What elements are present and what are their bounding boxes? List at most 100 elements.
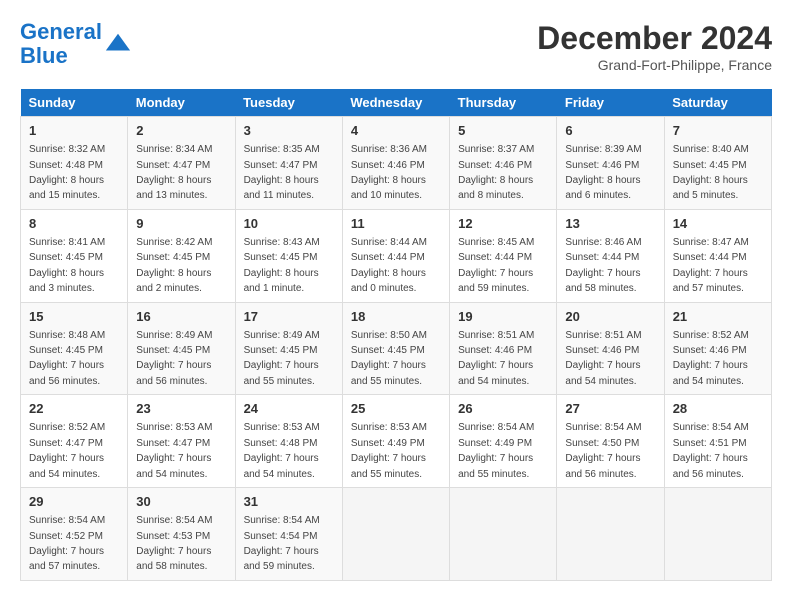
calendar-cell: 4 Sunrise: 8:36 AM Sunset: 4:46 PM Daylig… bbox=[342, 117, 449, 210]
day-header-friday: Friday bbox=[557, 89, 664, 117]
calendar-cell: 21 Sunrise: 8:52 AM Sunset: 4:46 PM Dayli… bbox=[664, 302, 771, 395]
day-number: 21 bbox=[673, 308, 763, 326]
calendar-cell: 15 Sunrise: 8:48 AM Sunset: 4:45 PM Dayli… bbox=[21, 302, 128, 395]
logo-text: General Blue bbox=[20, 20, 102, 68]
calendar-week-1: 1Sunrise: 8:32 AM Sunset: 4:48 PM Daylig… bbox=[21, 117, 772, 210]
day-info: Sunrise: 8:51 AM Sunset: 4:46 PM Dayligh… bbox=[458, 330, 534, 387]
day-number: 12 bbox=[458, 215, 548, 233]
day-info: Sunrise: 8:52 AM Sunset: 4:46 PM Dayligh… bbox=[673, 330, 749, 387]
day-number: 22 bbox=[29, 400, 119, 418]
day-info: Sunrise: 8:47 AM Sunset: 4:44 PM Dayligh… bbox=[673, 237, 749, 294]
day-number: 28 bbox=[673, 400, 763, 418]
day-number: 11 bbox=[351, 215, 441, 233]
calendar-cell bbox=[342, 488, 449, 581]
calendar-cell: 2 Sunrise: 8:34 AM Sunset: 4:47 PM Daylig… bbox=[128, 117, 235, 210]
day-header-tuesday: Tuesday bbox=[235, 89, 342, 117]
calendar-cell: 13 Sunrise: 8:46 AM Sunset: 4:44 PM Dayli… bbox=[557, 209, 664, 302]
calendar-cell: 5Sunrise: 8:37 AM Sunset: 4:46 PM Daylig… bbox=[450, 117, 557, 210]
calendar-cell: 31 Sunrise: 8:54 AM Sunset: 4:54 PM Dayli… bbox=[235, 488, 342, 581]
calendar-cell: 27Sunrise: 8:54 AM Sunset: 4:50 PM Dayli… bbox=[557, 395, 664, 488]
calendar-cell: 20Sunrise: 8:51 AM Sunset: 4:46 PM Dayli… bbox=[557, 302, 664, 395]
calendar-cell: 16 Sunrise: 8:49 AM Sunset: 4:45 PM Dayli… bbox=[128, 302, 235, 395]
day-number: 15 bbox=[29, 308, 119, 326]
title-area: December 2024 Grand-Fort-Philippe, Franc… bbox=[537, 20, 772, 73]
day-info: Sunrise: 8:42 AM Sunset: 4:45 PM Dayligh… bbox=[136, 237, 212, 294]
calendar-cell: 26 Sunrise: 8:54 AM Sunset: 4:49 PM Dayli… bbox=[450, 395, 557, 488]
logo: General Blue bbox=[20, 20, 132, 68]
day-info: Sunrise: 8:34 AM Sunset: 4:47 PM Dayligh… bbox=[136, 144, 212, 201]
day-number: 31 bbox=[244, 493, 334, 511]
calendar-cell: 3Sunrise: 8:35 AM Sunset: 4:47 PM Daylig… bbox=[235, 117, 342, 210]
day-number: 16 bbox=[136, 308, 226, 326]
day-number: 2 bbox=[136, 122, 226, 140]
day-number: 5 bbox=[458, 122, 548, 140]
calendar-cell: 7 Sunrise: 8:40 AM Sunset: 4:45 PM Daylig… bbox=[664, 117, 771, 210]
day-info: Sunrise: 8:40 AM Sunset: 4:45 PM Dayligh… bbox=[673, 144, 749, 201]
calendar-cell: 18 Sunrise: 8:50 AM Sunset: 4:45 PM Dayli… bbox=[342, 302, 449, 395]
location: Grand-Fort-Philippe, France bbox=[537, 57, 772, 73]
day-number: 7 bbox=[673, 122, 763, 140]
calendar-cell bbox=[557, 488, 664, 581]
day-header-wednesday: Wednesday bbox=[342, 89, 449, 117]
calendar-cell: 9 Sunrise: 8:42 AM Sunset: 4:45 PM Daylig… bbox=[128, 209, 235, 302]
day-info: Sunrise: 8:49 AM Sunset: 4:45 PM Dayligh… bbox=[136, 330, 212, 387]
day-number: 3 bbox=[244, 122, 334, 140]
day-number: 6 bbox=[565, 122, 655, 140]
day-info: Sunrise: 8:53 AM Sunset: 4:47 PM Dayligh… bbox=[136, 422, 212, 479]
day-number: 20 bbox=[565, 308, 655, 326]
day-info: Sunrise: 8:54 AM Sunset: 4:54 PM Dayligh… bbox=[244, 515, 320, 572]
day-number: 29 bbox=[29, 493, 119, 511]
calendar-body: 1Sunrise: 8:32 AM Sunset: 4:48 PM Daylig… bbox=[21, 117, 772, 581]
day-info: Sunrise: 8:44 AM Sunset: 4:44 PM Dayligh… bbox=[351, 237, 427, 294]
day-info: Sunrise: 8:54 AM Sunset: 4:52 PM Dayligh… bbox=[29, 515, 105, 572]
day-info: Sunrise: 8:52 AM Sunset: 4:47 PM Dayligh… bbox=[29, 422, 105, 479]
calendar-cell bbox=[450, 488, 557, 581]
day-info: Sunrise: 8:54 AM Sunset: 4:50 PM Dayligh… bbox=[565, 422, 641, 479]
day-number: 26 bbox=[458, 400, 548, 418]
page-header: General Blue December 2024 Grand-Fort-Ph… bbox=[20, 20, 772, 73]
day-header-saturday: Saturday bbox=[664, 89, 771, 117]
day-info: Sunrise: 8:45 AM Sunset: 4:44 PM Dayligh… bbox=[458, 237, 534, 294]
day-header-thursday: Thursday bbox=[450, 89, 557, 117]
day-header-sunday: Sunday bbox=[21, 89, 128, 117]
calendar-week-4: 22 Sunrise: 8:52 AM Sunset: 4:47 PM Dayli… bbox=[21, 395, 772, 488]
day-number: 19 bbox=[458, 308, 548, 326]
calendar-week-3: 15 Sunrise: 8:48 AM Sunset: 4:45 PM Dayli… bbox=[21, 302, 772, 395]
day-number: 23 bbox=[136, 400, 226, 418]
calendar-cell: 6Sunrise: 8:39 AM Sunset: 4:46 PM Daylig… bbox=[557, 117, 664, 210]
day-info: Sunrise: 8:41 AM Sunset: 4:45 PM Dayligh… bbox=[29, 237, 105, 294]
calendar-table: SundayMondayTuesdayWednesdayThursdayFrid… bbox=[20, 89, 772, 581]
day-info: Sunrise: 8:54 AM Sunset: 4:49 PM Dayligh… bbox=[458, 422, 534, 479]
calendar-week-2: 8 Sunrise: 8:41 AM Sunset: 4:45 PM Daylig… bbox=[21, 209, 772, 302]
calendar-cell: 19 Sunrise: 8:51 AM Sunset: 4:46 PM Dayli… bbox=[450, 302, 557, 395]
calendar-cell: 11 Sunrise: 8:44 AM Sunset: 4:44 PM Dayli… bbox=[342, 209, 449, 302]
calendar-cell: 22 Sunrise: 8:52 AM Sunset: 4:47 PM Dayli… bbox=[21, 395, 128, 488]
day-number: 4 bbox=[351, 122, 441, 140]
day-number: 18 bbox=[351, 308, 441, 326]
day-info: Sunrise: 8:36 AM Sunset: 4:46 PM Dayligh… bbox=[351, 144, 427, 201]
calendar-cell: 25Sunrise: 8:53 AM Sunset: 4:49 PM Dayli… bbox=[342, 395, 449, 488]
calendar-cell: 17 Sunrise: 8:49 AM Sunset: 4:45 PM Dayli… bbox=[235, 302, 342, 395]
day-number: 8 bbox=[29, 215, 119, 233]
day-number: 13 bbox=[565, 215, 655, 233]
calendar-cell: 30Sunrise: 8:54 AM Sunset: 4:53 PM Dayli… bbox=[128, 488, 235, 581]
calendar-cell: 12 Sunrise: 8:45 AM Sunset: 4:44 PM Dayli… bbox=[450, 209, 557, 302]
calendar-cell: 1Sunrise: 8:32 AM Sunset: 4:48 PM Daylig… bbox=[21, 117, 128, 210]
day-number: 30 bbox=[136, 493, 226, 511]
calendar-cell: 14Sunrise: 8:47 AM Sunset: 4:44 PM Dayli… bbox=[664, 209, 771, 302]
day-info: Sunrise: 8:50 AM Sunset: 4:45 PM Dayligh… bbox=[351, 330, 427, 387]
day-number: 9 bbox=[136, 215, 226, 233]
calendar-cell: 29 Sunrise: 8:54 AM Sunset: 4:52 PM Dayli… bbox=[21, 488, 128, 581]
day-info: Sunrise: 8:48 AM Sunset: 4:45 PM Dayligh… bbox=[29, 330, 105, 387]
day-header-monday: Monday bbox=[128, 89, 235, 117]
calendar-cell bbox=[664, 488, 771, 581]
day-number: 17 bbox=[244, 308, 334, 326]
month-title: December 2024 bbox=[537, 20, 772, 57]
day-info: Sunrise: 8:49 AM Sunset: 4:45 PM Dayligh… bbox=[244, 330, 320, 387]
day-number: 10 bbox=[244, 215, 334, 233]
calendar-cell: 24Sunrise: 8:53 AM Sunset: 4:48 PM Dayli… bbox=[235, 395, 342, 488]
day-info: Sunrise: 8:46 AM Sunset: 4:44 PM Dayligh… bbox=[565, 237, 641, 294]
day-info: Sunrise: 8:53 AM Sunset: 4:49 PM Dayligh… bbox=[351, 422, 427, 479]
calendar-cell: 8 Sunrise: 8:41 AM Sunset: 4:45 PM Daylig… bbox=[21, 209, 128, 302]
day-info: Sunrise: 8:54 AM Sunset: 4:51 PM Dayligh… bbox=[673, 422, 749, 479]
